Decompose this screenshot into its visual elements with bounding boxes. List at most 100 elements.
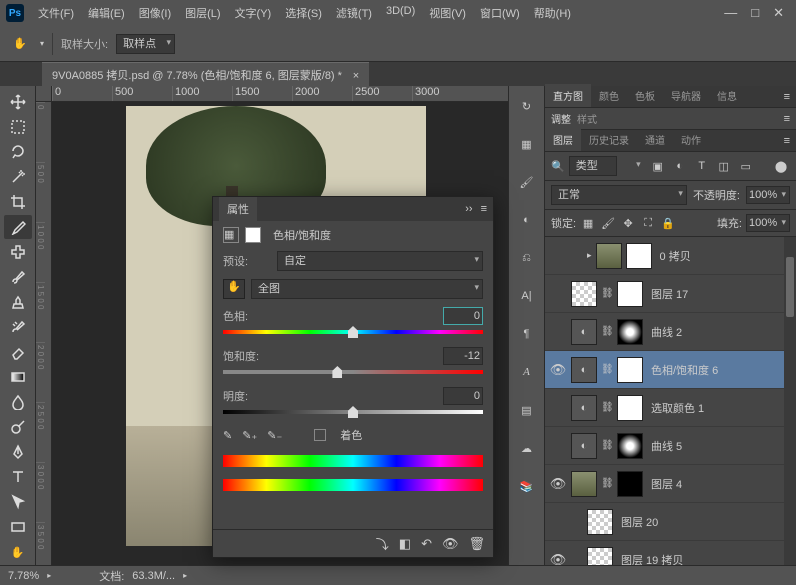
type-tool[interactable] [4,465,32,489]
layer-row[interactable]: 👁 图层 19 拷贝 [545,541,796,565]
vertical-ruler[interactable]: 05 0 01 0 0 01 5 0 02 0 0 02 5 0 03 0 0 … [36,102,52,565]
eyedropper-tool[interactable] [4,215,32,239]
brush-tool[interactable] [4,265,32,289]
minimize-button[interactable]: — [724,5,737,21]
preset-select[interactable]: 自定 [277,251,483,271]
menu-edit[interactable]: 编辑(E) [82,1,131,25]
pen-tool[interactable] [4,440,32,464]
layer-row[interactable]: ◐⛓曲线 2 [545,313,796,351]
sample-size-select[interactable]: 取样点 [116,34,175,54]
brush-panel-icon[interactable]: 🖌 [515,170,539,194]
eraser-tool[interactable] [4,340,32,364]
layer-row[interactable]: ◐ ⛓ 选取颜色 1 [545,389,796,427]
rectangle-tool[interactable] [4,515,32,539]
visibility-toggle[interactable]: 👁 [549,552,567,566]
clone-source-panel-icon[interactable]: ⎌ [515,246,539,270]
filter-shape-icon[interactable]: ◫ [715,157,733,175]
eyedropper-add-icon[interactable]: ✎₊ [242,429,257,442]
menu-select[interactable]: 选择(S) [279,1,328,25]
link-icon[interactable]: ⛓ [601,364,613,375]
tab-navigator[interactable]: 导航器 [663,84,709,107]
link-icon[interactable]: ⛓ [601,478,613,489]
layer-name[interactable]: 选取颜色 1 [647,400,792,416]
zoom-flyout-icon[interactable]: ▸ [47,571,51,580]
adjustment-thumb[interactable]: ◐ [571,395,597,421]
layer-thumb[interactable] [617,395,643,421]
layer-thumb[interactable] [571,281,597,307]
move-tool[interactable] [4,90,32,114]
visibility-toggle[interactable]: 👁 [549,476,567,492]
character-panel-icon[interactable]: A| [515,284,539,308]
delete-adjustment-icon[interactable]: 🗑 [468,536,485,552]
tab-styles[interactable]: 样式 [577,111,597,126]
targeted-adjust-tool[interactable]: ✋ [223,279,245,299]
lock-position-icon[interactable]: ✥ [620,215,636,231]
glyphs-panel-icon[interactable]: A [515,360,539,384]
layer-thumb[interactable] [617,319,643,345]
filter-smart-icon[interactable]: ▭ [737,157,755,175]
tab-swatches[interactable]: 色板 [627,84,663,107]
panel-menu-icon[interactable]: ≡ [778,131,796,151]
menu-filter[interactable]: 滤镜(T) [330,1,378,25]
filter-pixel-icon[interactable]: ▣ [649,157,667,175]
layer-thumb[interactable] [617,281,643,307]
clone-stamp-tool[interactable] [4,290,32,314]
view-previous-icon[interactable]: ◧ [399,536,411,552]
lasso-tool[interactable] [4,140,32,164]
menu-type[interactable]: 文字(Y) [229,1,278,25]
hand-tool[interactable]: ✋ [4,540,32,564]
layer-row[interactable]: 👁◐⛓色相/饱和度 6 [545,351,796,389]
ruler-origin[interactable] [36,86,52,102]
tab-layers[interactable]: 图层 [545,128,581,151]
layer-thumb[interactable] [617,433,643,459]
properties-panel[interactable]: 属性 ›› ≡ ▦ 色相/饱和度 预设: 自定 ✋ 全图 色相: 饱和度: 明度… [212,196,494,558]
menu-view[interactable]: 视图(V) [423,1,472,25]
hue-input[interactable] [443,307,483,325]
current-tool-icon[interactable]: ✋ [8,32,32,56]
tab-history[interactable]: 历史记录 [581,128,637,151]
blend-mode-select[interactable]: 正常 [551,185,687,205]
tab-color[interactable]: 颜色 [591,84,627,107]
tab-info[interactable]: 信息 [709,84,745,107]
layer-name[interactable]: 图层 17 [647,286,792,302]
lock-all-icon[interactable]: 🔒 [660,215,676,231]
reset-icon[interactable]: ↶ [421,536,432,552]
menu-window[interactable]: 窗口(W) [474,1,526,25]
link-icon[interactable]: ⛓ [601,326,613,337]
crop-tool[interactable] [4,190,32,214]
marquee-tool[interactable] [4,115,32,139]
saturation-slider[interactable] [223,365,483,379]
layer-thumb[interactable] [587,509,613,535]
swatches-panel-icon[interactable]: ▤ [515,398,539,422]
layers-scrollbar[interactable] [784,237,796,565]
opacity-input[interactable] [746,186,790,204]
link-icon[interactable]: ⛓ [601,288,613,299]
layer-name[interactable]: 曲线 5 [647,438,792,454]
layer-name[interactable]: 图层 19 拷贝 [617,552,792,566]
layer-name[interactable]: 图层 20 [617,514,792,530]
status-flyout-icon[interactable]: ▸ [183,571,187,580]
tab-close-icon[interactable]: × [353,70,359,82]
panel-menu-icon[interactable]: ≡ [784,113,790,125]
layer-row[interactable]: ▸0 拷贝 [545,237,796,275]
history-brush-tool[interactable] [4,315,32,339]
tab-actions[interactable]: 动作 [673,128,709,151]
menu-layer[interactable]: 图层(L) [179,1,226,25]
tab-histogram[interactable]: 直方图 [545,84,591,107]
menu-3d[interactable]: 3D(D) [380,1,421,25]
adjustment-thumb[interactable]: ◐ [571,357,597,383]
eyedropper-icon[interactable]: ✎ [223,429,232,442]
collapse-icon[interactable]: ›› [465,203,472,215]
link-icon[interactable]: ⛓ [601,402,613,413]
color-range-select[interactable]: 全图 [251,279,483,299]
layer-kind-select[interactable]: 类型 [569,156,617,176]
layer-row[interactable]: 👁⛓图层 4 [545,465,796,503]
layer-thumb[interactable] [617,471,643,497]
layer-name[interactable]: 曲线 2 [647,324,792,340]
saturation-input[interactable] [443,347,483,365]
blur-tool[interactable] [4,390,32,414]
layer-thumb[interactable] [587,547,613,566]
tab-channels[interactable]: 通道 [637,128,673,151]
document-tab[interactable]: 9V0A0885 拷贝.psd @ 7.78% (色相/饱和度 6, 图层蒙版/… [42,62,369,87]
lock-paint-icon[interactable]: 🖌 [600,215,616,231]
